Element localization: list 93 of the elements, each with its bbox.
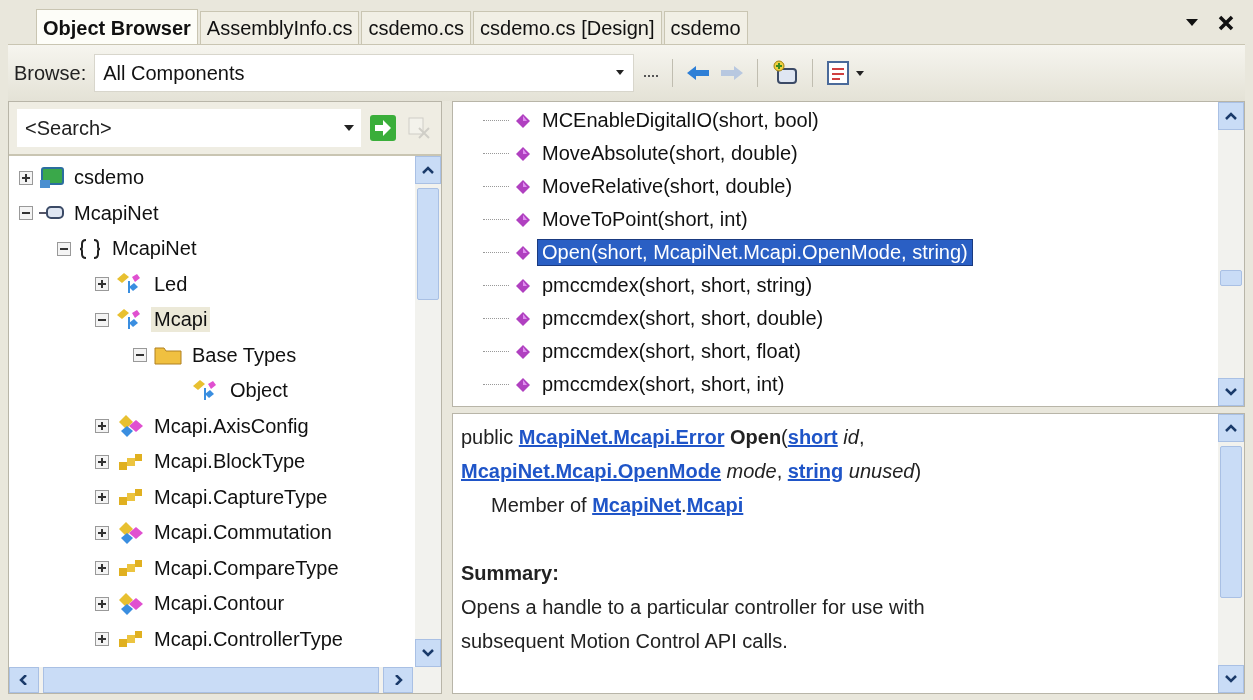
browse-label: Browse: — [14, 61, 87, 85]
scroll-right-button[interactable] — [383, 667, 413, 693]
back-arrow-icon[interactable] — [685, 64, 712, 82]
scrollbar[interactable] — [1218, 414, 1244, 693]
tree-item[interactable]: Led — [151, 271, 191, 297]
tree-item[interactable]: McapiNet — [109, 236, 200, 262]
tree-item[interactable]: Object — [227, 378, 291, 404]
scrollbar-thumb[interactable] — [1220, 446, 1242, 598]
project-icon — [39, 165, 65, 190]
method-icon — [515, 376, 531, 393]
scrollbar-thumb[interactable] — [1220, 270, 1242, 286]
expand-icon[interactable] — [95, 490, 109, 505]
expand-icon[interactable] — [95, 525, 109, 540]
document-tab[interactable]: AssemblyInfo.cs — [199, 11, 360, 44]
collapse-icon[interactable] — [57, 241, 71, 256]
chevron-down-icon — [1224, 674, 1238, 684]
member-item[interactable]: MoveToPoint(short, int) — [537, 206, 753, 233]
scrollbar[interactable] — [9, 667, 441, 693]
scroll-left-button[interactable] — [9, 667, 39, 693]
chevron-up-icon — [1224, 423, 1238, 433]
collapse-icon[interactable] — [95, 312, 109, 327]
expand-icon[interactable] — [95, 277, 109, 292]
method-icon — [515, 211, 531, 228]
dropdown-icon[interactable] — [1185, 18, 1199, 28]
scrollbar-thumb[interactable] — [43, 667, 379, 693]
method-icon — [515, 112, 531, 129]
scroll-up-button[interactable] — [1218, 414, 1244, 442]
tree-item[interactable]: Base Types — [189, 342, 300, 368]
type-link[interactable]: McapiNet.Mcapi.Error — [518, 426, 725, 448]
document-tab[interactable]: csdemo.cs [Design] — [473, 11, 662, 44]
scroll-down-button[interactable] — [1218, 665, 1244, 693]
tree-item[interactable]: csdemo — [71, 165, 148, 191]
tree-item[interactable]: Mcapi.Contour — [151, 591, 288, 617]
method-icon — [515, 343, 531, 360]
chevron-down-icon — [1224, 387, 1238, 397]
expand-icon[interactable] — [95, 596, 109, 611]
method-icon — [515, 244, 531, 261]
member-item[interactable]: pmccmdex(short, short, int) — [537, 371, 790, 398]
member-item[interactable]: MCEnableDigitalIO(short, bool) — [537, 107, 824, 134]
summary-heading: Summary: — [461, 561, 560, 586]
scroll-down-button[interactable] — [415, 639, 441, 667]
document-tab[interactable]: csdemo.cs — [361, 11, 472, 44]
expand-icon[interactable] — [95, 419, 109, 434]
chevron-up-icon — [1224, 111, 1238, 121]
tree-item[interactable]: McapiNet — [71, 200, 162, 226]
method-icon — [515, 310, 531, 327]
type-link[interactable]: McapiNet.Mcapi.OpenMode — [461, 460, 722, 482]
tree-item[interactable]: Mcapi.AxisConfig — [151, 413, 312, 439]
caret-icon — [615, 69, 626, 77]
method-icon — [515, 277, 531, 294]
tree-item[interactable]: Mcapi.CompareType — [151, 555, 342, 581]
collapse-icon[interactable] — [133, 348, 147, 363]
scrollbar[interactable] — [1218, 102, 1244, 406]
expand-icon[interactable] — [95, 454, 109, 469]
tree-item[interactable]: Mcapi.ControllerType — [151, 626, 346, 652]
scrollbar[interactable] — [415, 156, 441, 667]
member-item[interactable]: pmccmdex(short, short, string) — [537, 272, 818, 299]
type-link[interactable]: string — [787, 460, 844, 482]
expand-icon[interactable] — [95, 561, 109, 576]
signature-line: public McapiNet.Mcapi.Error Open(short id, — [461, 425, 866, 450]
scroll-up-button[interactable] — [1218, 102, 1244, 130]
tree-item[interactable]: Mcapi.BlockType — [151, 449, 309, 475]
signature-line: McapiNet.Mcapi.OpenMode mode, string unused) — [461, 459, 923, 484]
dropdown-button[interactable] — [337, 109, 361, 147]
summary-text: Opens a handle to a particular controller for use with subsequent Motion Control API calls. — [461, 595, 926, 654]
document-tab[interactable]: csdemo — [663, 11, 748, 44]
scrollbar-thumb[interactable] — [417, 188, 439, 300]
tree-item[interactable]: Mcapi — [151, 307, 211, 333]
scroll-up-button[interactable] — [415, 156, 441, 184]
type-link[interactable]: McapiNet — [592, 494, 682, 516]
member-item[interactable]: pmccmdex(short, short, float) — [537, 338, 806, 365]
document-tab[interactable]: Object Browser — [36, 9, 198, 44]
member-item[interactable]: Open(short, McapiNet.Mcapi.OpenMode, string) — [537, 239, 973, 266]
method-icon — [515, 145, 531, 162]
caret-icon — [343, 123, 355, 133]
collapse-icon[interactable] — [19, 206, 33, 221]
chevron-down-icon — [421, 648, 435, 658]
search-field[interactable]: <Search> — [17, 109, 337, 147]
tree-item[interactable]: Mcapi.Commutation — [151, 520, 335, 546]
method-icon — [515, 178, 531, 195]
member-item[interactable]: MoveRelative(short, double) — [537, 173, 798, 200]
expand-icon[interactable] — [19, 170, 33, 185]
expand-icon[interactable] — [95, 632, 109, 647]
close-icon[interactable] — [1217, 14, 1235, 32]
member-item[interactable]: MoveAbsolute(short, double) — [537, 140, 803, 167]
tree-item[interactable]: Mcapi.CaptureType — [151, 484, 331, 510]
scroll-down-button[interactable] — [1218, 378, 1244, 406]
type-link[interactable]: Mcapi — [686, 494, 744, 516]
braces-icon — [77, 236, 103, 261]
chevron-up-icon — [421, 165, 435, 175]
browse-scope-dropdown[interactable]: All Components — [94, 54, 635, 92]
member-item[interactable]: pmccmdex(short, short, double) — [537, 305, 829, 332]
member-of-text: Member of McapiNet.Mcapi — [491, 493, 745, 518]
